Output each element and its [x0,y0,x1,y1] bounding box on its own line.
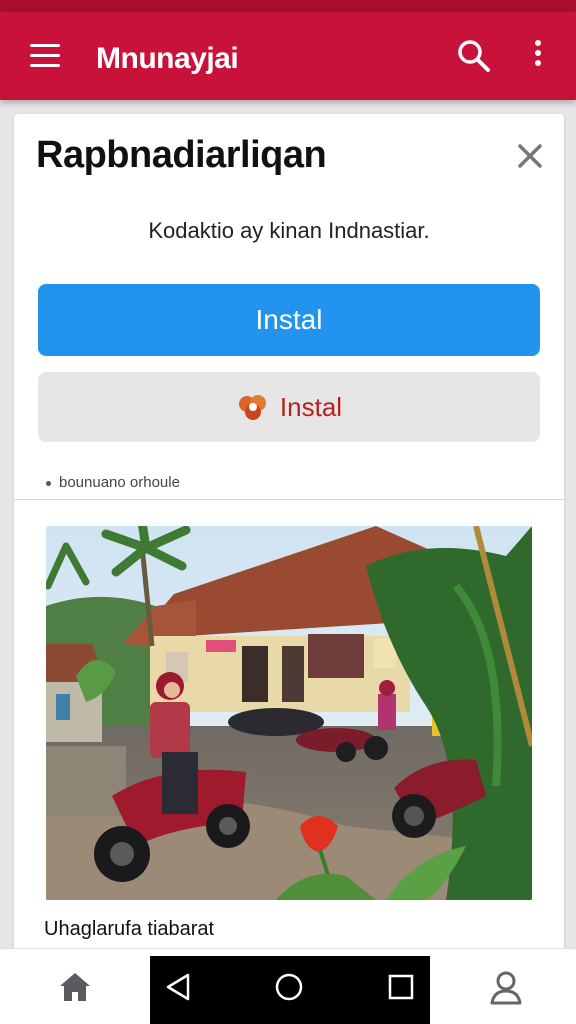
system-navigation-bar [150,956,430,1024]
install-dialog: Rapbnadiarliqan Kodaktio ay kinan Indnas… [14,114,564,1024]
menu-icon[interactable] [30,44,60,68]
install-secondary-button[interactable]: Instal [38,372,540,442]
back-icon[interactable] [164,972,192,1002]
app-bar: Mnunayjai [0,12,576,100]
app-title: Mnunayjai [96,42,239,75]
install-secondary-label: Instal [279,391,343,422]
dialog-note: bounuano orhoule [46,474,180,491]
flower-icon [236,392,270,422]
dialog-note-text: bounuano orhoule [59,474,180,491]
dialog-description: Kodaktio ay kinan Indnastiar. [148,218,430,243]
recents-icon[interactable] [388,974,414,1000]
install-button-label: Instal [255,304,323,335]
dialog-title: Rapbnadiarliqan [36,134,327,176]
close-icon[interactable] [514,140,546,172]
search-icon[interactable] [456,38,492,74]
more-vert-icon[interactable] [530,40,546,74]
install-button[interactable]: Instal [38,284,540,356]
home-circle-icon[interactable] [274,972,304,1002]
bullet-icon [46,480,51,486]
home-icon[interactable] [58,971,92,1003]
street-scene-photo [46,526,532,900]
profile-icon[interactable] [488,969,524,1005]
photo-caption: Uhaglarufa tiabarat [44,918,215,940]
status-bar [0,0,576,12]
divider [14,499,564,500]
